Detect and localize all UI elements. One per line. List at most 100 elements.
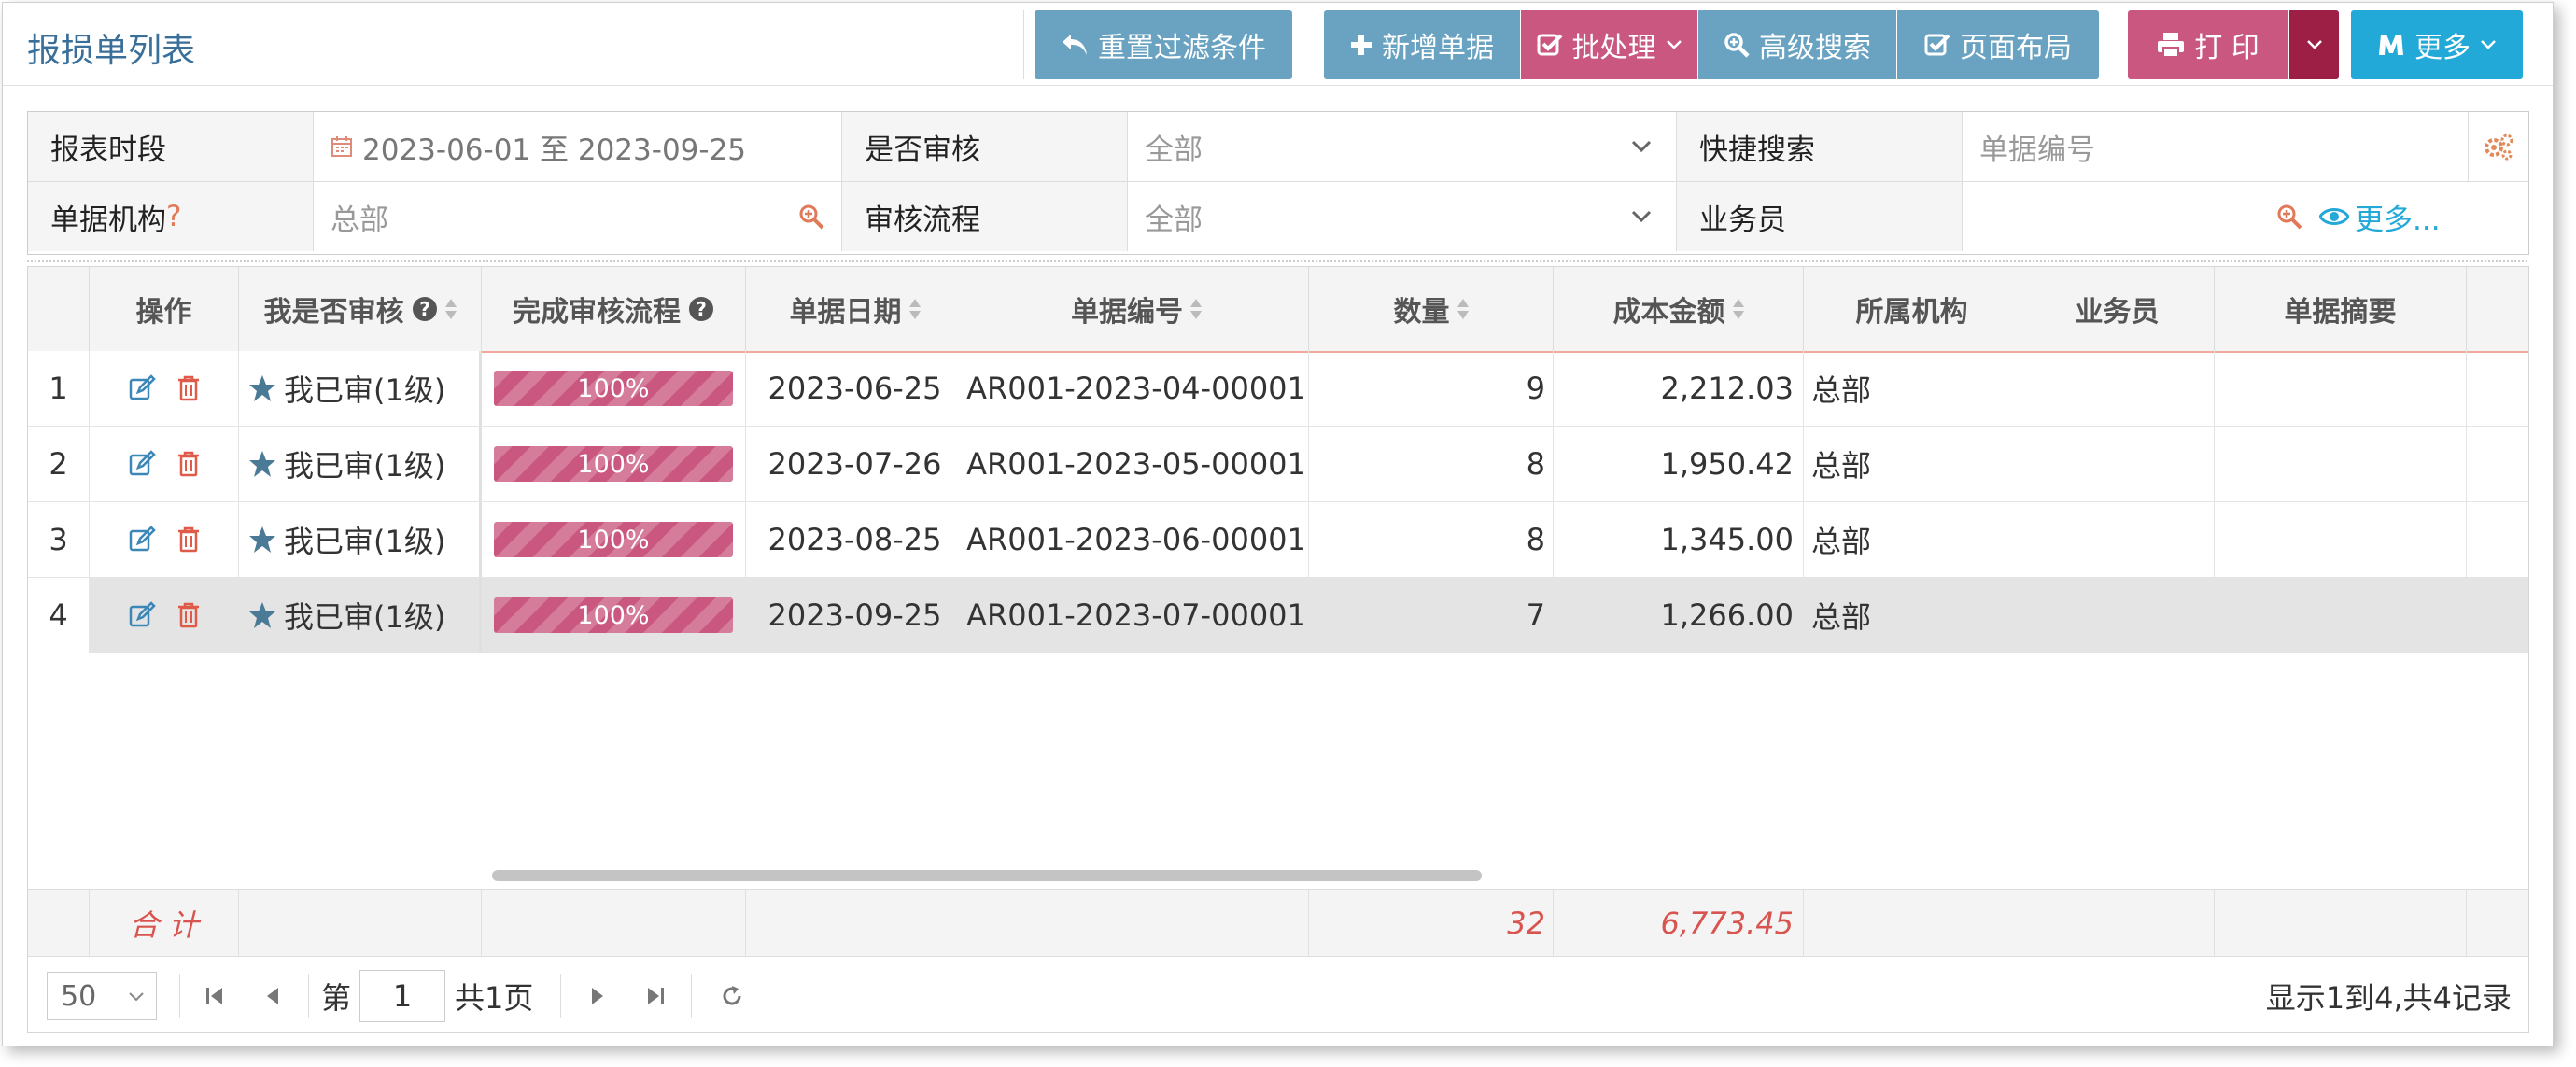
page-size-select[interactable]: 50	[47, 972, 157, 1020]
header-index	[28, 267, 90, 351]
page-layout-button[interactable]: 页面布局	[1897, 10, 2099, 79]
total-label: 合 计	[90, 890, 239, 957]
header-org: 所属机构	[1804, 267, 2020, 351]
zoom-search-icon	[1724, 33, 1750, 58]
staff-field[interactable]	[1963, 182, 2259, 251]
audited-select[interactable]: 全部	[1128, 112, 1677, 181]
audit-status-cell: 我已审(1级)	[239, 578, 482, 653]
header-date[interactable]: 单据日期	[746, 267, 964, 351]
sort-icon[interactable]	[1732, 297, 1744, 321]
quantity: 7	[1526, 597, 1545, 633]
staff-search-button[interactable]	[2259, 182, 2319, 251]
more-button[interactable]: 更多	[2351, 10, 2523, 79]
question-circle-icon[interactable]: ?	[412, 296, 438, 322]
edit-icon[interactable]	[128, 374, 156, 402]
staff-cell	[2020, 578, 2215, 653]
org-label: 单据机构?	[28, 182, 314, 251]
sort-icon[interactable]	[908, 297, 921, 321]
print-button[interactable]: 打 印	[2128, 10, 2288, 79]
chevron-down-icon	[1631, 140, 1652, 153]
more-filters-link[interactable]: 更多...	[2319, 196, 2441, 238]
first-page-button[interactable]	[196, 976, 233, 1017]
page-number-input[interactable]: 1	[359, 970, 445, 1022]
org-cell: 总部	[1804, 502, 2020, 577]
doc-date-cell: 2023-08-25	[746, 502, 964, 577]
pager-separator	[560, 974, 561, 1018]
header-cost[interactable]: 成本金额	[1554, 267, 1804, 351]
filter-row: 报表时段 2023-06-01 至 2023-09-25 是否审核 全部 快捷搜…	[28, 112, 2528, 182]
refresh-button[interactable]	[713, 976, 751, 1017]
org-field[interactable]: 总部	[314, 182, 842, 251]
edit-icon[interactable]	[128, 450, 156, 478]
checkbox-icon	[1537, 34, 1562, 56]
quantity-cell: 8	[1309, 427, 1554, 501]
edit-icon[interactable]	[128, 526, 156, 554]
summary-cell	[2215, 351, 2467, 426]
staff-label: 业务员	[1677, 182, 1963, 251]
add-document-button[interactable]: 新增单据	[1324, 10, 1520, 79]
total-index-cell	[28, 890, 90, 957]
header-flow: 完成审核流程 ?	[482, 267, 746, 351]
trash-icon[interactable]	[176, 526, 201, 554]
row-actions	[90, 578, 239, 653]
header-no[interactable]: 单据编号	[964, 267, 1309, 351]
row-index: 2	[49, 446, 68, 482]
reset-filter-button[interactable]: 重置过滤条件	[1035, 10, 1292, 79]
header-qty-label: 数量	[1393, 296, 1450, 329]
overflow-cell	[2467, 502, 2528, 577]
gears-icon	[2485, 133, 2513, 161]
refresh-icon	[723, 986, 741, 1005]
horizontal-scrollbar[interactable]	[492, 870, 1482, 881]
next-page-button[interactable]	[579, 976, 616, 1017]
progress-cell: 100%	[482, 427, 746, 501]
audit-progress-bar: 100%	[494, 371, 733, 406]
advanced-search-button[interactable]: 高级搜索	[1698, 10, 1896, 79]
total-cost: 6,773.45	[1554, 890, 1804, 957]
audit-status-cell: 我已审(1级)	[239, 502, 482, 577]
header-overflow	[2467, 267, 2528, 351]
trash-icon[interactable]	[176, 601, 201, 629]
org-search-button[interactable]	[781, 182, 841, 251]
org-help-mark[interactable]: ?	[166, 200, 181, 233]
quick-search-input[interactable]: 单据编号	[1963, 112, 2528, 181]
reset-filter-label: 重置过滤条件	[1098, 32, 1266, 64]
prev-page-button[interactable]	[254, 976, 291, 1017]
sort-icon[interactable]	[1190, 297, 1202, 321]
summary-cell	[2215, 502, 2467, 577]
chevron-down-icon	[1666, 40, 1682, 49]
doc-number-cell[interactable]: AR001-2023-06-00001	[964, 502, 1309, 577]
cost-amount: 2,212.03	[1660, 371, 1795, 406]
total-empty-cell	[746, 890, 964, 957]
period-range-field[interactable]: 2023-06-01 至 2023-09-25	[314, 112, 842, 181]
batch-process-button[interactable]: 批处理	[1521, 10, 1697, 79]
pager-separator	[179, 974, 180, 1018]
header-staff: 业务员	[2020, 267, 2215, 351]
trash-icon[interactable]	[176, 450, 201, 478]
table-row[interactable]: 1 我已审(1级) 100% 2023-06-25 AR001-2023-04-0000…	[28, 351, 2528, 427]
star-icon	[249, 375, 275, 401]
doc-number-cell[interactable]: AR001-2023-07-00001	[964, 578, 1309, 653]
flow-select[interactable]: 全部	[1128, 182, 1677, 251]
trash-icon[interactable]	[176, 374, 201, 402]
header-qty[interactable]: 数量	[1309, 267, 1554, 351]
sort-icon[interactable]	[1457, 297, 1469, 321]
sort-icon[interactable]	[444, 297, 457, 321]
header-audited[interactable]: 我是否审核 ?	[239, 267, 482, 351]
last-page-button[interactable]	[637, 976, 674, 1017]
search-settings-button[interactable]	[2468, 112, 2528, 181]
table-row[interactable]: 3 我已审(1级) 100% 2023-08-25 AR001-2023-06-0000…	[28, 502, 2528, 578]
cost-cell: 1,266.00	[1554, 578, 1804, 653]
doc-date-cell: 2023-09-25	[746, 578, 964, 653]
print-dropdown-button[interactable]	[2289, 10, 2339, 79]
audit-progress-text: 100%	[577, 373, 650, 403]
advanced-search-label: 高级搜索	[1759, 32, 1871, 64]
question-circle-icon[interactable]: ?	[688, 296, 714, 322]
chevron-down-icon	[2481, 40, 2496, 49]
table-row[interactable]: 4 我已审(1级) 100% 2023-09-25 AR001-2023-07-0000…	[28, 578, 2528, 653]
org-name: 总部	[1811, 599, 1872, 635]
doc-number-cell[interactable]: AR001-2023-05-00001	[964, 427, 1309, 501]
edit-icon[interactable]	[128, 601, 156, 629]
table-row[interactable]: 2 我已审(1级) 100% 2023-07-26 AR001-2023-05-0000…	[28, 427, 2528, 502]
doc-number-cell[interactable]: AR001-2023-04-00001	[964, 351, 1309, 426]
header-audited-label: 我是否审核	[263, 296, 404, 329]
